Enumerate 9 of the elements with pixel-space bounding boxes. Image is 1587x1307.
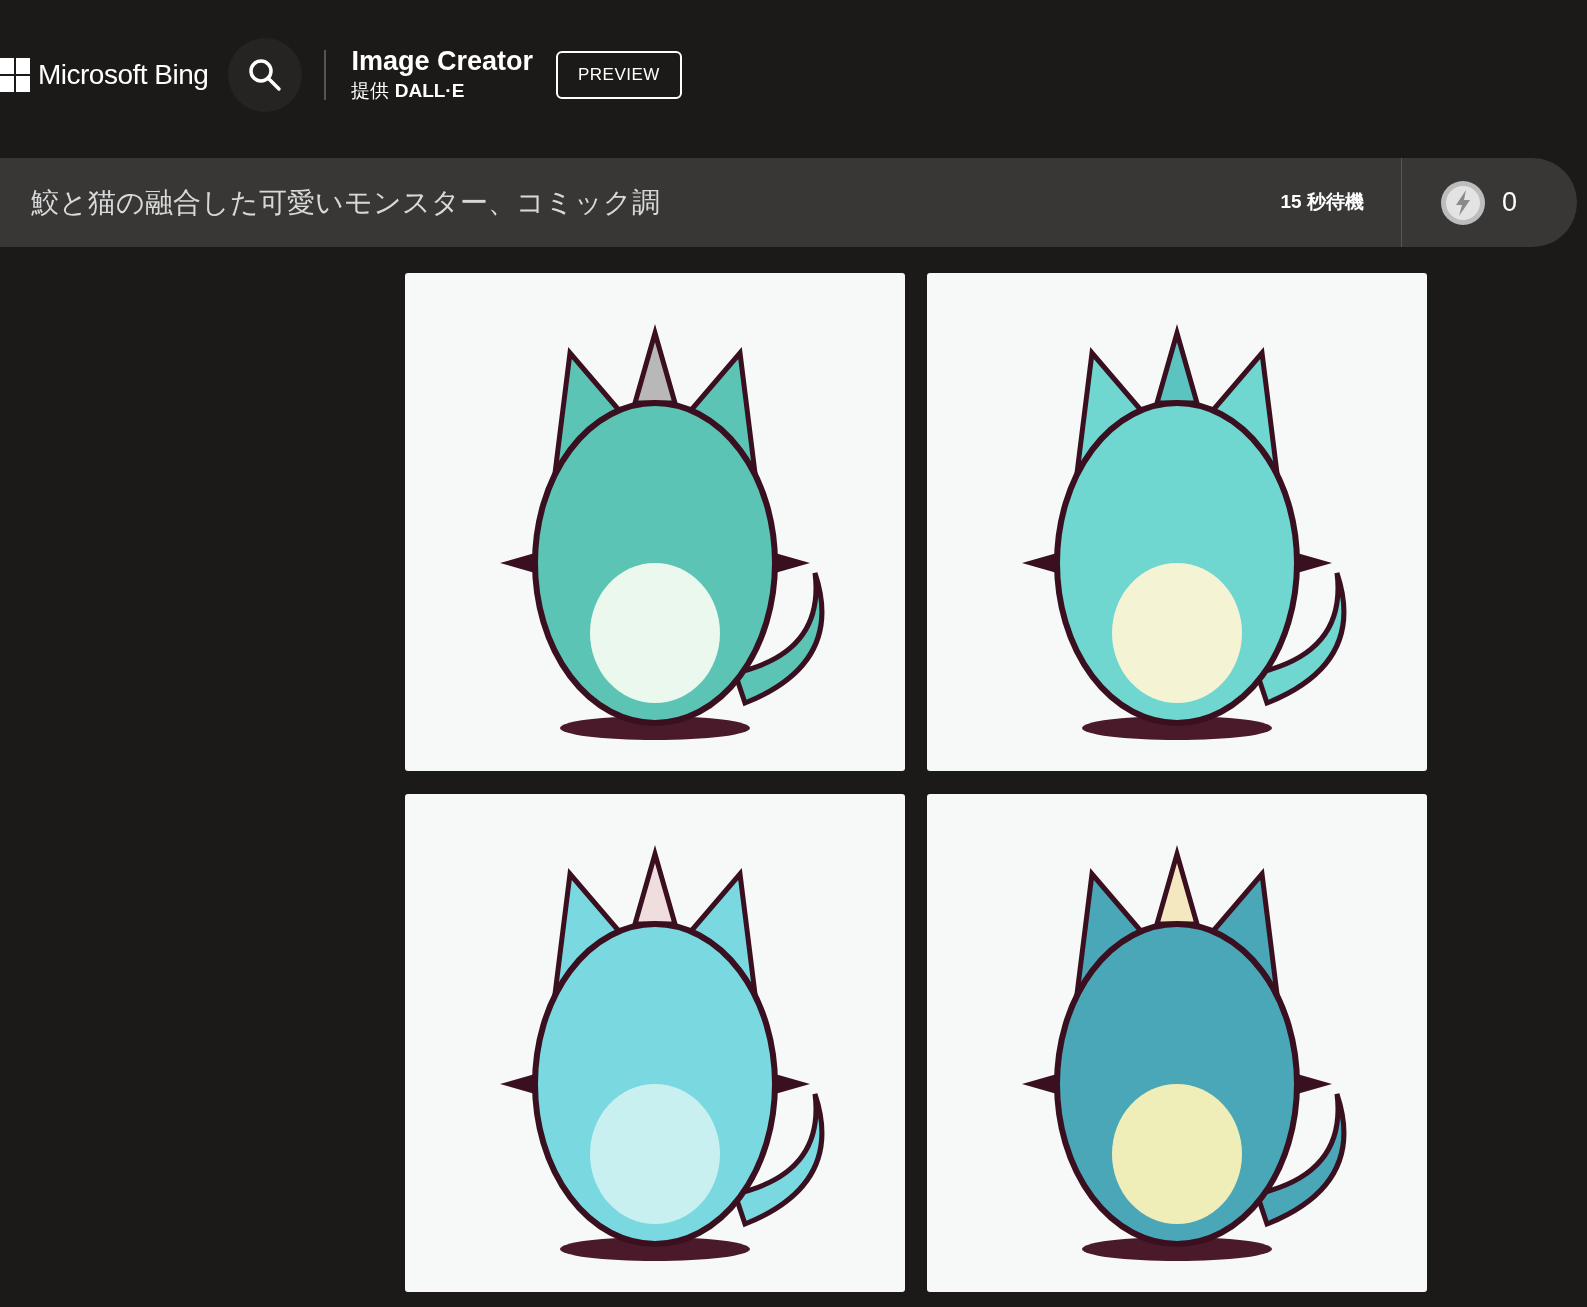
search-icon xyxy=(248,58,283,92)
preview-tag: PREVIEW xyxy=(556,51,682,99)
boost-count: 0 xyxy=(1501,186,1517,220)
wait-time-label: 15 秒待機 xyxy=(1280,190,1364,215)
app-title: Image Creator xyxy=(351,45,533,77)
app-subtitle: 提供 DALL·E xyxy=(351,79,466,103)
windows-logo-icon xyxy=(0,58,30,92)
lightning-coin-icon xyxy=(1439,179,1486,226)
brand-link[interactable]: Microsoft Bing xyxy=(38,54,209,96)
